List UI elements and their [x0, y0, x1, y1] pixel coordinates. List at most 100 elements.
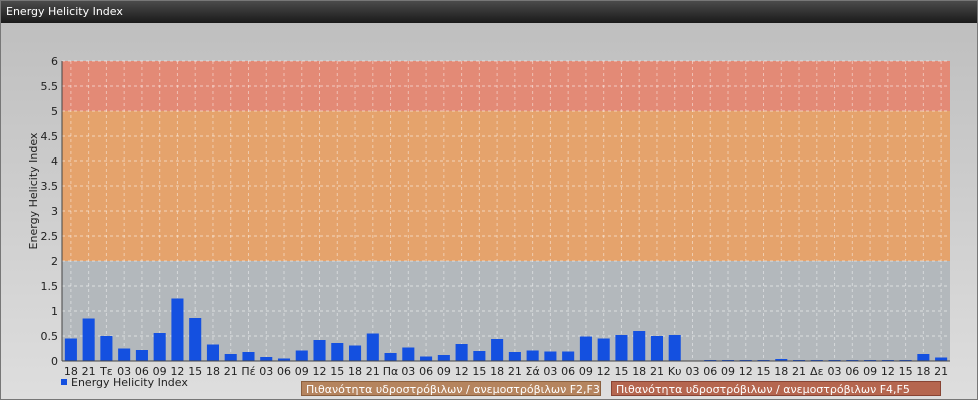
- bar: [331, 343, 344, 361]
- ehi-chart: 00.511.522.533.544.555.5618 21 Τε 03 06 09 12 1…: [27, 55, 950, 378]
- x-tick-label: 21: [934, 365, 948, 378]
- bar: [633, 331, 646, 361]
- bar: [491, 339, 504, 361]
- x-tick-label: 21: [650, 365, 664, 378]
- x-tick-label: 12: [739, 365, 753, 378]
- x-tick-label: 15: [614, 365, 628, 378]
- x-tick-label: 09: [579, 365, 593, 378]
- bar: [420, 356, 433, 361]
- x-tick-label: 15: [188, 365, 202, 378]
- x-tick-label: Δε: [810, 365, 824, 378]
- bar: [579, 336, 592, 361]
- x-tick-label: 18: [206, 365, 220, 378]
- y-tick-label: 4.5: [41, 130, 59, 143]
- bar: [650, 336, 663, 361]
- x-tick-label: 21: [366, 365, 380, 378]
- bar: [526, 350, 539, 361]
- bar: [402, 347, 415, 361]
- x-tick-label: 03: [401, 365, 415, 378]
- legend-swatch: [61, 379, 67, 385]
- bar: [597, 338, 610, 361]
- bar: [260, 357, 273, 361]
- bar: [171, 298, 184, 361]
- x-tick-label: Πέ: [241, 365, 255, 378]
- x-tick-label: 06: [419, 365, 433, 378]
- bar: [544, 351, 557, 361]
- bar: [313, 340, 326, 361]
- x-tick-label: 12: [313, 365, 327, 378]
- x-tick-label: 15: [472, 365, 486, 378]
- x-tick-label: 09: [437, 365, 451, 378]
- bar: [917, 354, 930, 361]
- y-tick-label: 2.5: [41, 230, 59, 243]
- bar: [82, 318, 95, 361]
- x-tick-label: 21: [224, 365, 238, 378]
- legend-f4f5: Πιθανότητα υδροστρόβιλων / ανεμοστρόβιλω…: [611, 381, 941, 396]
- y-tick-label: 5: [51, 105, 58, 118]
- bar: [615, 335, 628, 361]
- bar: [153, 333, 166, 361]
- x-tick-label: 03: [685, 365, 699, 378]
- x-tick-label: 06: [845, 365, 859, 378]
- bar: [189, 318, 202, 361]
- y-tick-label: 0.5: [41, 330, 59, 343]
- bar: [118, 348, 131, 361]
- x-tick-label: 06: [561, 365, 575, 378]
- y-tick-label: 0: [51, 355, 58, 368]
- bar: [224, 354, 237, 361]
- x-tick-label: 12: [455, 365, 469, 378]
- y-tick-label: 1.5: [41, 280, 59, 293]
- y-tick-label: 3: [51, 205, 58, 218]
- y-tick-label: 4: [51, 155, 58, 168]
- chart-area: 0 0.5 1 1.5 2 2.5 3 3.5 4 4.5 5 5.5 6 18 21 Τε 03 06 09 12 1…: [1, 23, 977, 399]
- bar: [935, 357, 948, 361]
- legend-series-label: Energy Helicity Index: [71, 376, 188, 389]
- window-title: Energy Helicity Index: [1, 1, 977, 23]
- x-tick-label: 15: [757, 365, 771, 378]
- y-tick-label: 1: [51, 305, 58, 318]
- y-tick-label: 2: [51, 255, 58, 268]
- x-tick-label: 06: [277, 365, 291, 378]
- x-tick-label: Σά: [526, 365, 540, 378]
- x-tick-label: Πα: [383, 365, 399, 378]
- x-tick-label: 12: [597, 365, 611, 378]
- bar: [349, 345, 362, 361]
- x-tick-label: 21: [792, 365, 806, 378]
- x-tick-label: 09: [863, 365, 877, 378]
- bar: [64, 338, 77, 361]
- bar: [242, 352, 255, 361]
- bar: [473, 351, 486, 361]
- x-tick-label: 18: [490, 365, 504, 378]
- y-tick-label: 6: [51, 55, 58, 68]
- bar: [455, 344, 468, 361]
- bar: [100, 336, 113, 361]
- bar: [668, 335, 681, 361]
- x-tick-label: 03: [259, 365, 273, 378]
- bar: [295, 350, 308, 361]
- x-tick-label: 03: [543, 365, 557, 378]
- x-tick-label: 18: [348, 365, 362, 378]
- x-tick-label: 03: [828, 365, 842, 378]
- x-tick-label: 09: [721, 365, 735, 378]
- x-tick-label: 15: [330, 365, 344, 378]
- y-tick-label: 3.5: [41, 180, 59, 193]
- bar: [384, 353, 397, 361]
- y-axis-title: Energy Helicity Index: [27, 132, 40, 249]
- x-tick-label: 21: [508, 365, 522, 378]
- bar: [366, 333, 379, 361]
- chart-window: Energy Helicity Index 0 0.5 1 1.5 2 2.5 3 3.5 4 4…: [0, 0, 978, 400]
- legend-series: Energy Helicity Index: [61, 376, 188, 389]
- x-tick-label: 18: [916, 365, 930, 378]
- bar: [206, 344, 219, 361]
- x-tick-label: 18: [774, 365, 788, 378]
- x-tick-label: 09: [295, 365, 309, 378]
- legend-f2f3: Πιθανότητα υδροστρόβιλων / ανεμοστρόβιλω…: [301, 381, 601, 396]
- x-tick-label: 06: [703, 365, 717, 378]
- bar: [437, 355, 450, 361]
- x-tick-label: 18: [632, 365, 646, 378]
- bar: [135, 350, 148, 361]
- x-tick-label: Κυ: [668, 365, 682, 378]
- x-tick-label: 15: [899, 365, 913, 378]
- y-tick-label: 5.5: [41, 80, 59, 93]
- bar: [562, 351, 575, 361]
